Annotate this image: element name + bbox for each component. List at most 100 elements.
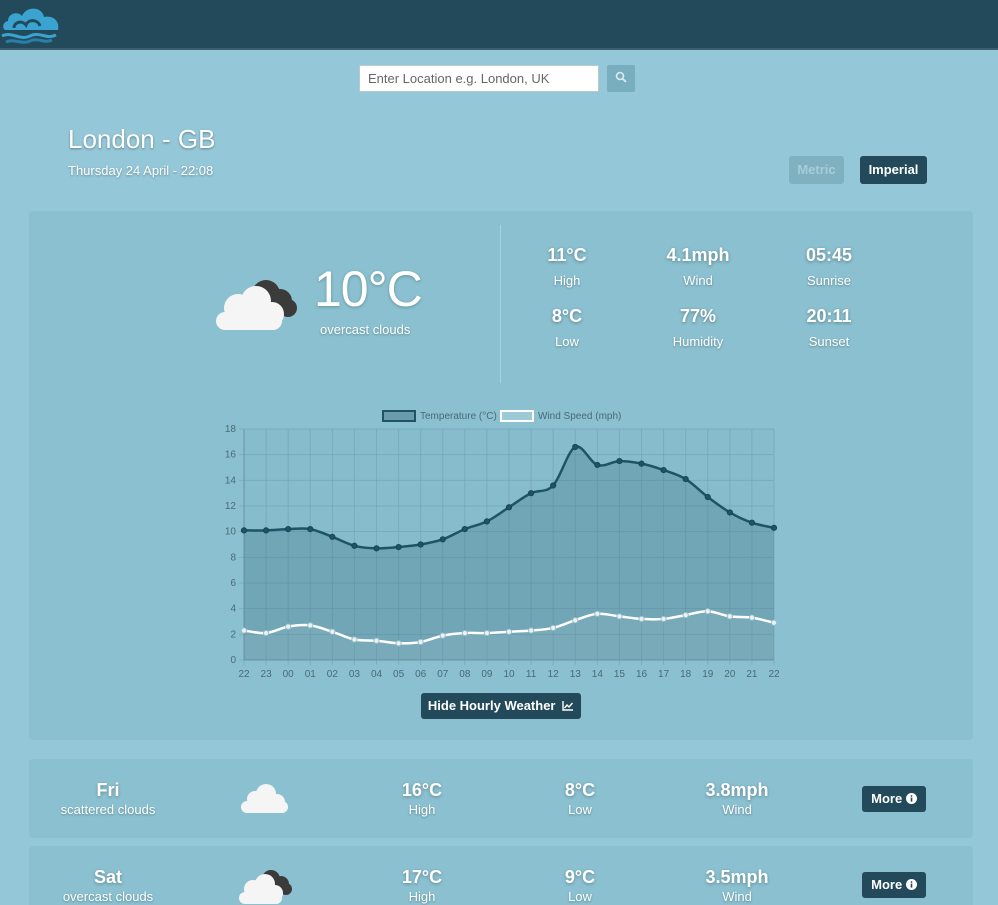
more-button[interactable]: More <box>862 872 926 898</box>
stat-high: 11°C High <box>507 245 627 288</box>
chart-x-tick-label: 17 <box>658 669 670 680</box>
low-value: 9°C <box>564 867 596 887</box>
chart-x-tick-label: 15 <box>614 669 626 680</box>
stat-sunset: 20:11 Sunset <box>769 306 889 349</box>
info-icon <box>905 793 917 804</box>
chart-data-point <box>682 475 689 483</box>
chart-legend-swatch <box>500 410 534 422</box>
forecast-row: Fri scattered clouds 16°C High 8°C Low 3… <box>29 759 973 838</box>
chart-y-tick-label: 14 <box>225 475 237 486</box>
chart-x-tick-label: 03 <box>349 669 361 680</box>
chart-data-point <box>527 490 535 497</box>
more-button[interactable]: More <box>862 786 926 812</box>
chart-y-tick-label: 4 <box>230 604 236 615</box>
chart-x-tick-label: 01 <box>305 669 317 680</box>
scattered-clouds-icon <box>241 784 288 813</box>
chart-data-point <box>704 608 711 615</box>
chart-y-tick-label: 18 <box>225 424 237 435</box>
forecast-low: 8°C Low <box>510 780 650 817</box>
chart-data-point <box>483 518 491 525</box>
chart-x-tick-label: 10 <box>503 669 515 680</box>
info-icon <box>905 879 917 890</box>
chart-data-point <box>505 628 513 635</box>
chart-data-point <box>726 613 733 620</box>
chart-y-tick-label: 8 <box>230 552 236 563</box>
cloud-wave-logo[interactable] <box>0 0 64 50</box>
chart-data-point <box>285 623 292 630</box>
current-temperature: 10°C <box>314 261 423 317</box>
hide-hourly-weather-button[interactable]: Hide Hourly Weather <box>421 693 581 719</box>
day-name: Sat <box>93 867 122 887</box>
chart-data-point <box>373 637 380 644</box>
location-title: London - GB <box>68 124 216 154</box>
chart-data-point <box>660 615 667 623</box>
day-description: scattered clouds <box>60 802 156 817</box>
chart-x-tick-label: 11 <box>526 669 537 680</box>
chart-data-point <box>682 611 689 619</box>
chart-x-tick-label: 16 <box>636 669 648 680</box>
chart-data-point <box>351 636 358 643</box>
search-button[interactable] <box>607 65 635 92</box>
chart-data-point <box>594 461 601 469</box>
stat-low: 8°C Low <box>507 306 627 349</box>
chart-data-point <box>748 614 756 621</box>
wind-value: 3.8mph <box>705 780 769 800</box>
chart-data-point <box>307 526 314 533</box>
chart-data-point <box>373 545 380 552</box>
stat-label: Low <box>555 334 579 349</box>
chart-x-tick-label: 06 <box>415 669 427 680</box>
chart-data-point <box>616 457 623 465</box>
stat-value: 4.1mph <box>666 245 730 265</box>
chart-data-point <box>461 629 468 637</box>
chart-x-tick-label: 02 <box>327 669 339 680</box>
high-label: High <box>408 889 436 904</box>
chart-legend-label: Temperature (°C) <box>420 411 497 422</box>
chart-data-point <box>616 613 623 620</box>
stat-value: 20:11 <box>806 306 852 326</box>
chart-data-point <box>770 524 778 531</box>
chart-y-tick-label: 10 <box>225 527 237 538</box>
overcast-clouds-icon <box>216 280 297 330</box>
wind-label: Wind <box>722 889 752 904</box>
chart-x-tick-label: 22 <box>238 669 250 680</box>
forecast-day: Fri scattered clouds <box>38 780 178 817</box>
search-icon <box>615 71 627 83</box>
day-name: Fri <box>96 780 120 800</box>
chart-data-point <box>329 628 336 635</box>
wind-value: 3.5mph <box>705 867 769 887</box>
imperial-button[interactable]: Imperial <box>860 156 927 184</box>
forecast-high: 17°C High <box>352 867 492 904</box>
stat-label: High <box>553 273 581 288</box>
chart-data-point <box>638 460 645 467</box>
chart-x-tick-label: 09 <box>481 669 493 680</box>
chart-data-point <box>748 519 756 526</box>
overcast-clouds-icon <box>239 870 292 904</box>
search-input[interactable] <box>359 65 599 92</box>
chart-data-point <box>417 638 424 646</box>
chart-data-point <box>704 493 711 501</box>
chart-x-tick-label: 21 <box>746 669 758 680</box>
chart-data-point <box>483 629 491 637</box>
chart-data-point <box>329 533 336 540</box>
chart-data-point <box>240 627 248 634</box>
chart-data-point <box>550 624 557 632</box>
chart-data-point <box>572 443 579 451</box>
chart-data-point <box>572 617 579 624</box>
chart-y-tick-label: 2 <box>230 629 236 640</box>
day-description: overcast clouds <box>62 889 154 904</box>
stat-label: Sunset <box>808 334 850 349</box>
chart-data-point <box>395 640 402 647</box>
chart-x-tick-label: 12 <box>548 669 560 680</box>
chart-x-tick-label: 19 <box>702 669 714 680</box>
chart-data-point <box>262 629 270 637</box>
chart-y-tick-label: 12 <box>225 501 237 512</box>
chart-data-point <box>461 526 468 533</box>
low-label: Low <box>568 802 592 817</box>
hourly-weather-chart: 02468101214161822 23 00 01 02 03 04 05 06 07 08 09 1… <box>225 410 780 680</box>
high-label: High <box>408 802 436 817</box>
wind-label: Wind <box>722 802 752 817</box>
chart-data-point <box>770 619 778 626</box>
chart-x-tick-label: 05 <box>393 669 405 680</box>
chart-y-tick-label: 0 <box>230 655 236 666</box>
metric-button[interactable]: Metric <box>789 156 844 184</box>
